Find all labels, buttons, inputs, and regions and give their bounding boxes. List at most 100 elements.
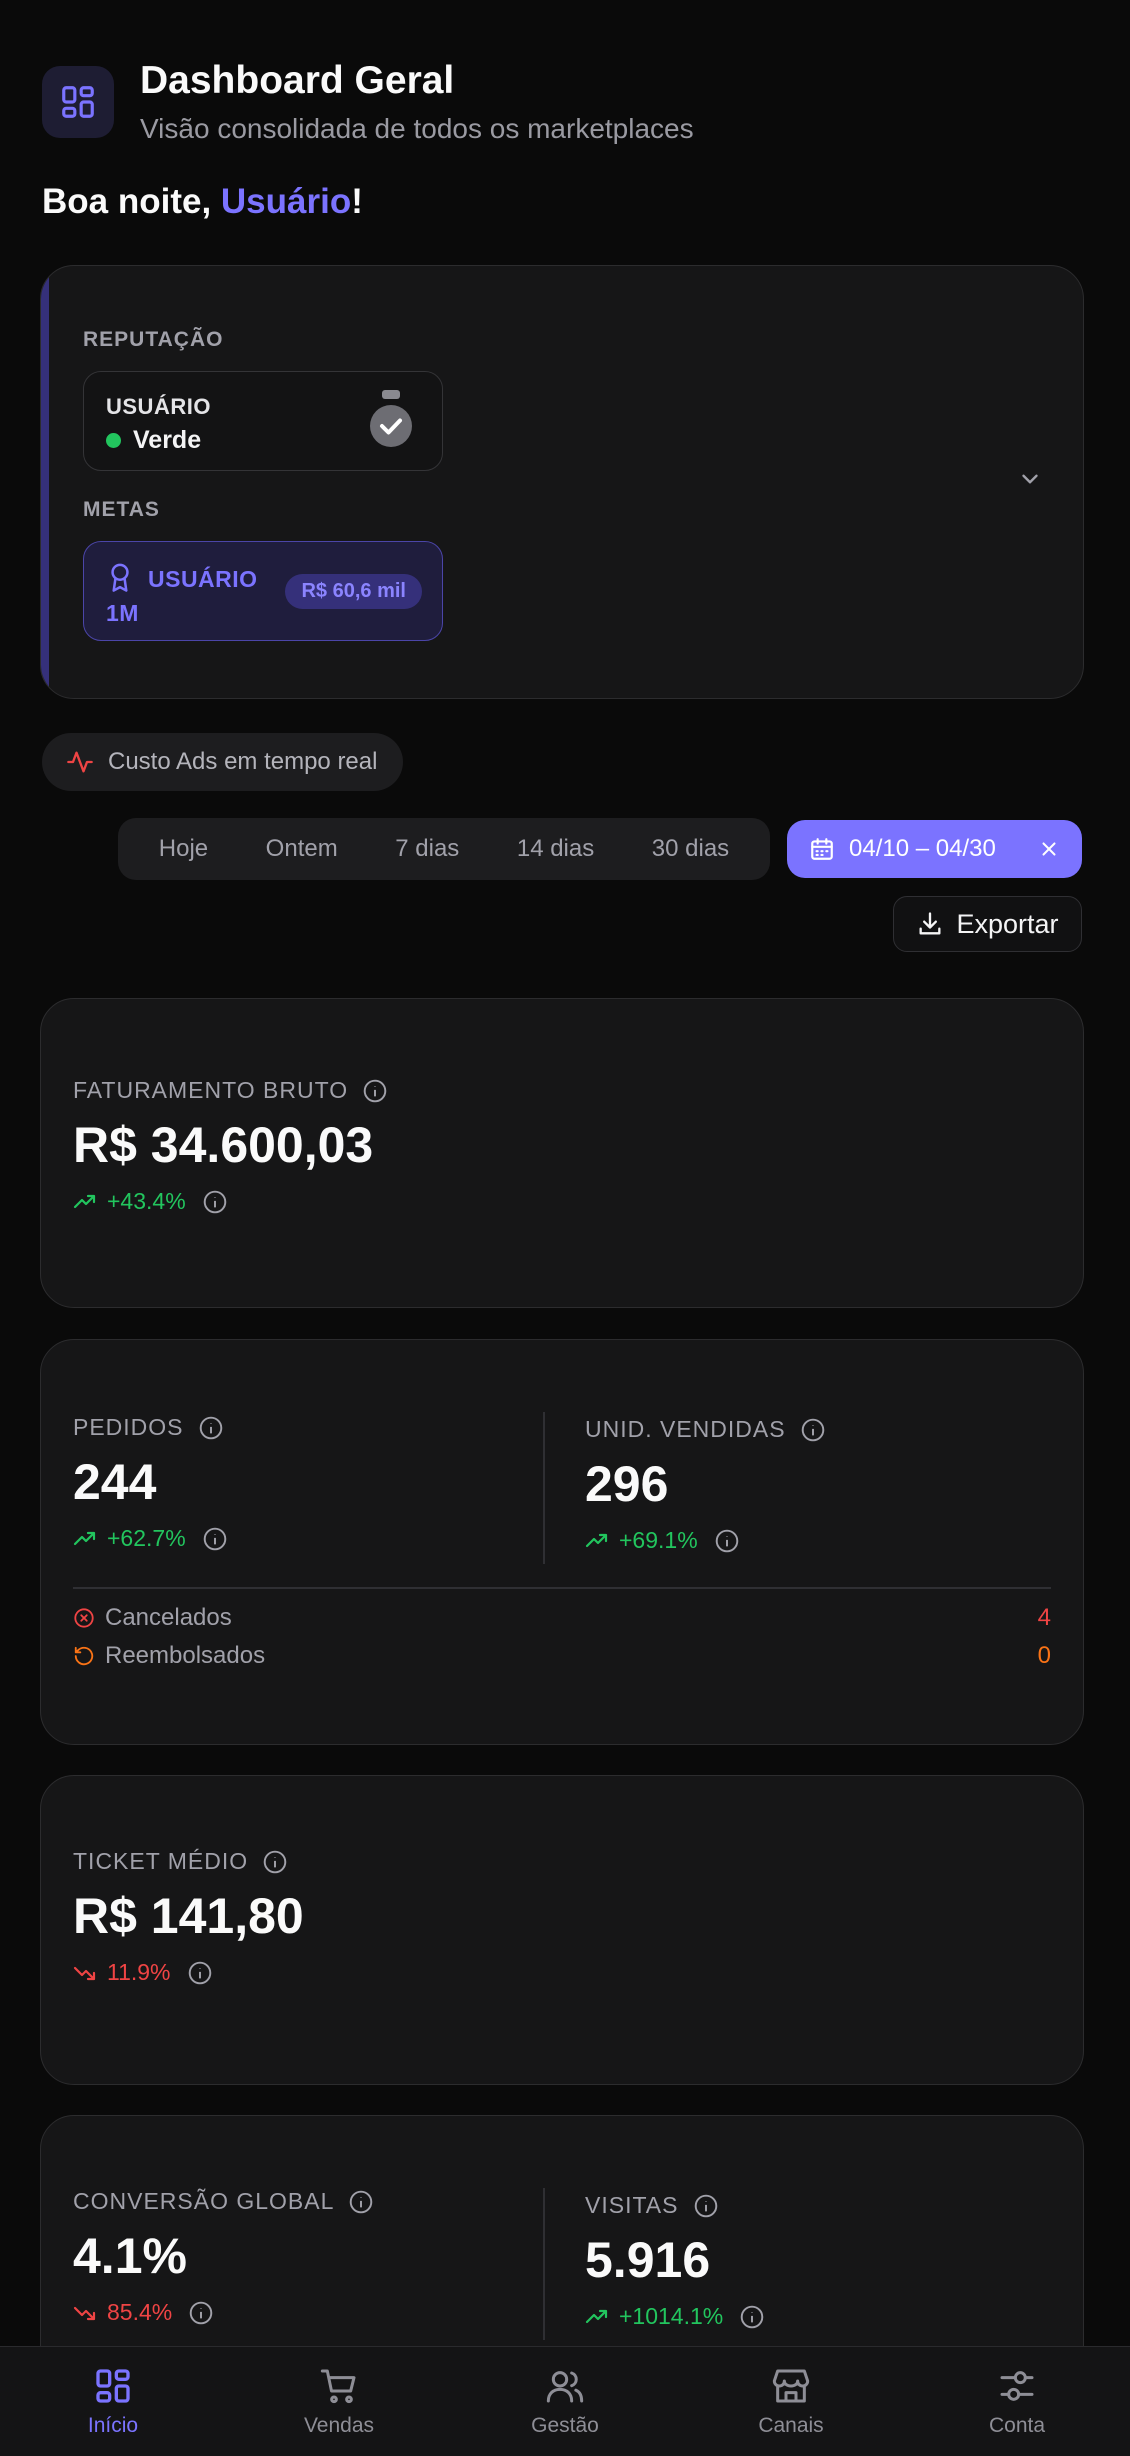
reputation-box[interactable]: USUÁRIO Verde bbox=[83, 371, 443, 471]
trend-down-icon bbox=[73, 2306, 96, 2320]
orders-value: 244 bbox=[73, 1454, 157, 1510]
goal-badge: R$ 60,6 mil bbox=[285, 574, 422, 609]
reputation-name: USUÁRIO bbox=[106, 394, 211, 419]
refunded-count: 0 bbox=[1037, 1642, 1051, 1669]
nav-item-management[interactable]: Gestão bbox=[475, 2366, 655, 2438]
conversion-delta: 85.4% bbox=[73, 2299, 374, 2326]
cancelled-count: 4 bbox=[1037, 1604, 1051, 1631]
range-30-days[interactable]: 30 dias bbox=[652, 835, 729, 863]
chevron-down-icon[interactable] bbox=[1017, 466, 1043, 497]
greeting-prefix: Boa noite, bbox=[42, 182, 221, 221]
greeting-suffix: ! bbox=[351, 182, 363, 221]
refunded-label: Reembolsados bbox=[105, 1642, 266, 1669]
rotate-ccw-icon bbox=[74, 1646, 94, 1666]
revenue-label: FATURAMENTO BRUTO bbox=[73, 1077, 388, 1104]
info-icon[interactable] bbox=[188, 2300, 214, 2326]
goal-box[interactable]: USUÁRIO 1M R$ 60,6 mil bbox=[83, 541, 443, 641]
nav-item-account[interactable]: Conta bbox=[927, 2366, 1107, 2438]
calendar-icon bbox=[811, 838, 833, 860]
info-icon[interactable] bbox=[202, 1189, 228, 1215]
page-header: Dashboard Geral Visão consolidada de tod… bbox=[42, 59, 694, 145]
custom-date-range-chip[interactable]: 04/10 – 04/30 bbox=[787, 820, 1082, 878]
units-label: UNID. VENDIDAS bbox=[585, 1416, 826, 1443]
units-value: 296 bbox=[585, 1456, 669, 1512]
date-range-selector: Hoje Ontem 7 dias 14 dias 30 dias bbox=[118, 818, 770, 880]
refunded-row: Reembolsados 0 bbox=[73, 1642, 1051, 1670]
dashboard-icon bbox=[42, 66, 114, 139]
info-icon[interactable] bbox=[202, 1526, 228, 1552]
nav-item-channels[interactable]: Canais bbox=[701, 2366, 881, 2438]
range-yesterday[interactable]: Ontem bbox=[266, 835, 338, 863]
visits-label: VISITAS bbox=[585, 2192, 765, 2219]
reputation-status-text: Verde bbox=[133, 426, 202, 454]
visits-metric: VISITAS 5.916 +1014.1% bbox=[585, 2192, 765, 2330]
conversion-label: CONVERSÃO GLOBAL bbox=[73, 2188, 374, 2215]
ticket-delta-text: 11.9% bbox=[107, 1959, 171, 1985]
revenue-card: FATURAMENTO BRUTO R$ 34.600,03 +43.4% bbox=[40, 998, 1084, 1308]
info-icon[interactable] bbox=[348, 2189, 374, 2215]
revenue-value: R$ 34.600,03 bbox=[73, 1117, 374, 1173]
range-14-days[interactable]: 14 dias bbox=[517, 835, 594, 863]
card-accent-bar bbox=[41, 266, 49, 698]
info-icon[interactable] bbox=[800, 1417, 826, 1443]
activity-icon bbox=[67, 751, 93, 773]
close-icon[interactable] bbox=[1038, 838, 1060, 860]
info-icon[interactable] bbox=[693, 2193, 719, 2219]
ticket-label-text: TICKET MÉDIO bbox=[73, 1848, 249, 1874]
info-icon[interactable] bbox=[262, 1849, 288, 1875]
trend-up-icon bbox=[73, 1531, 96, 1545]
info-icon[interactable] bbox=[714, 1528, 740, 1554]
export-button[interactable]: Exportar bbox=[893, 896, 1082, 952]
orders-label: PEDIDOS bbox=[73, 1414, 228, 1441]
goal-name: USUÁRIO 1M bbox=[106, 566, 258, 626]
ads-realtime-chip[interactable]: Custo Ads em tempo real bbox=[42, 733, 404, 791]
store-icon bbox=[772, 2369, 810, 2402]
download-icon bbox=[919, 912, 941, 935]
reputation-goals-card[interactable]: REPUTAÇÃO USUÁRIO Verde METAS USUÁRIO 1M… bbox=[40, 265, 1084, 699]
info-icon[interactable] bbox=[739, 2304, 765, 2330]
orders-units-card: PEDIDOS 244 +62.7% UNID. VENDIDAS 296 +6… bbox=[40, 1339, 1084, 1745]
ticket-label: TICKET MÉDIO bbox=[73, 1848, 304, 1875]
metric-divider bbox=[543, 1412, 545, 1564]
greeting: Boa noite, Usuário! bbox=[42, 182, 363, 222]
info-icon[interactable] bbox=[362, 1078, 388, 1104]
revenue-label-text: FATURAMENTO BRUTO bbox=[73, 1077, 349, 1103]
orders-label-text: PEDIDOS bbox=[73, 1414, 184, 1440]
dashboard-icon bbox=[96, 2368, 130, 2403]
ticket-metric: TICKET MÉDIO R$ 141,80 11.9% bbox=[73, 1848, 304, 1986]
trend-down-icon bbox=[73, 1966, 96, 1980]
info-icon[interactable] bbox=[198, 1415, 224, 1441]
metric-divider bbox=[543, 2188, 545, 2340]
reputation-label: REPUTAÇÃO bbox=[83, 328, 224, 351]
bottom-navigation: Início Vendas Gestão Canais Conta bbox=[0, 2346, 1130, 2456]
page-subtitle: Visão consolidada de todos os marketplac… bbox=[140, 112, 694, 144]
nav-item-home[interactable]: Início bbox=[23, 2366, 203, 2438]
trend-up-icon bbox=[585, 2309, 608, 2323]
users-icon bbox=[546, 2370, 584, 2402]
revenue-delta-text: +43.4% bbox=[107, 1188, 186, 1214]
nav-item-sales[interactable]: Vendas bbox=[249, 2366, 429, 2438]
visits-label-text: VISITAS bbox=[585, 2192, 679, 2218]
revenue-delta: +43.4% bbox=[73, 1188, 388, 1215]
orders-delta-text: +62.7% bbox=[107, 1525, 186, 1551]
range-today[interactable]: Hoje bbox=[159, 835, 208, 863]
nav-label-channels: Canais bbox=[758, 2413, 824, 2437]
conversion-metric: CONVERSÃO GLOBAL 4.1% 85.4% bbox=[73, 2188, 374, 2326]
units-delta: +69.1% bbox=[585, 1527, 826, 1554]
orders-delta: +62.7% bbox=[73, 1525, 228, 1552]
reputation-status: Verde bbox=[106, 426, 201, 455]
nav-label-sales: Vendas bbox=[303, 2413, 375, 2437]
ticket-value: R$ 141,80 bbox=[73, 1888, 304, 1944]
nav-label-home: Início bbox=[87, 2413, 139, 2437]
units-metric: UNID. VENDIDAS 296 +69.1% bbox=[585, 1416, 826, 1554]
orders-metric: PEDIDOS 244 +62.7% bbox=[73, 1414, 228, 1552]
nav-label-management: Gestão bbox=[531, 2413, 599, 2437]
info-icon[interactable] bbox=[187, 1960, 213, 1986]
goals-label: METAS bbox=[83, 498, 160, 521]
horizontal-divider bbox=[73, 1587, 1051, 1589]
range-7-days[interactable]: 7 dias bbox=[395, 835, 459, 863]
cart-icon bbox=[320, 2369, 356, 2403]
revenue-metric: FATURAMENTO BRUTO R$ 34.600,03 +43.4% bbox=[73, 1077, 388, 1215]
export-label: Exportar bbox=[956, 908, 1059, 939]
conversion-delta-text: 85.4% bbox=[107, 2299, 173, 2325]
